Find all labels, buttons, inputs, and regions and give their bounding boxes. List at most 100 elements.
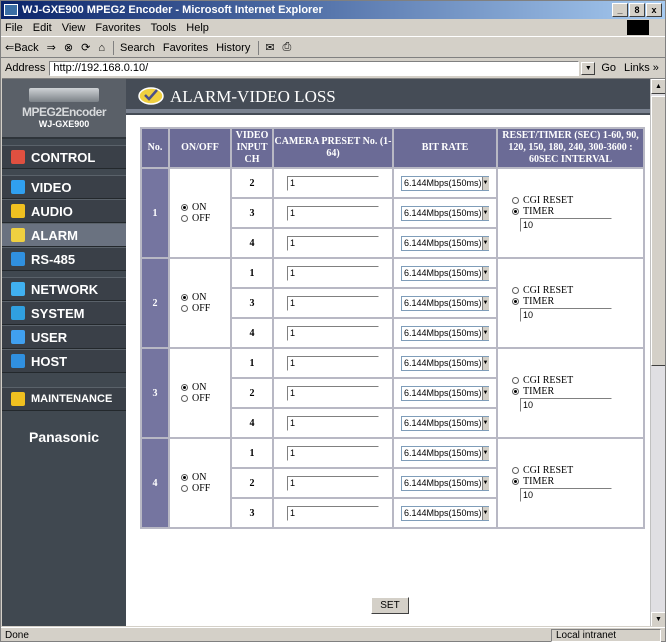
timer-input[interactable]: 10 xyxy=(520,487,612,502)
system-icon xyxy=(11,306,25,320)
menu-tools[interactable]: Tools xyxy=(151,22,177,34)
search-button[interactable]: Search xyxy=(120,42,155,54)
timer-input[interactable]: 10 xyxy=(520,217,612,232)
scroll-thumb[interactable] xyxy=(651,96,665,366)
timer-label: TIMER xyxy=(523,475,555,487)
off-radio[interactable]: OFF xyxy=(181,213,230,224)
cgi-reset-radio[interactable]: CGI RESET xyxy=(512,195,643,206)
camera-preset-input[interactable]: 1 xyxy=(287,505,379,521)
cgi-reset-radio[interactable]: CGI RESET xyxy=(512,285,643,296)
nav-maintenance[interactable]: MAINTENANCE xyxy=(2,387,126,411)
timer-radio[interactable]: TIMER xyxy=(512,476,643,487)
sidebar: MPEG2Encoder WJ-GXE900 CONTROL VIDEO AUD… xyxy=(2,79,126,626)
on-radio[interactable]: ON xyxy=(181,292,230,303)
cgi-reset-radio[interactable]: CGI RESET xyxy=(512,465,643,476)
dropdown-arrow-icon: ▼ xyxy=(481,296,489,310)
timer-radio[interactable]: TIMER xyxy=(512,386,643,397)
history-button[interactable]: History xyxy=(216,42,250,54)
links-button[interactable]: Links » xyxy=(624,62,659,74)
browser-window: WJ-GXE900 MPEG2 Encoder - Microsoft Inte… xyxy=(0,0,666,642)
on-radio[interactable]: ON xyxy=(181,382,230,393)
refresh-icon[interactable]: ⟳ xyxy=(81,41,90,54)
logo-line1: MPEG2Encoder xyxy=(21,104,107,119)
menu-favorites[interactable]: Favorites xyxy=(95,22,140,34)
bitrate-select[interactable]: 6.144Mbps(150ms) ▼ xyxy=(401,235,489,251)
alarm-icon xyxy=(11,228,25,242)
nav-audio[interactable]: AUDIO xyxy=(2,199,126,223)
on-radio[interactable]: ON xyxy=(181,202,230,213)
camera-preset-input[interactable]: 1 xyxy=(287,265,379,281)
menu-file[interactable]: File xyxy=(5,22,23,34)
bitrate-select[interactable]: 6.144Mbps(150ms) ▼ xyxy=(401,325,489,341)
camera-preset-input[interactable]: 1 xyxy=(287,475,379,491)
video-input-ch: 3 xyxy=(230,287,274,319)
nav-alarm[interactable]: ALARM xyxy=(2,223,126,247)
camera-preset-input[interactable]: 1 xyxy=(287,385,379,401)
logo-line2: WJ-GXE900 xyxy=(38,118,90,129)
menu-view[interactable]: View xyxy=(62,22,86,34)
rs485-icon xyxy=(11,252,25,266)
maximize-button[interactable]: 8 xyxy=(629,3,645,17)
camera-preset-input[interactable]: 1 xyxy=(287,355,379,371)
bitrate-select[interactable]: 6.144Mbps(150ms) ▼ xyxy=(401,295,489,311)
nav-control[interactable]: CONTROL xyxy=(2,145,126,169)
favorites-button[interactable]: Favorites xyxy=(163,42,208,54)
address-input[interactable]: http://192.168.0.10/ xyxy=(49,60,580,76)
cgi-reset-label: CGI RESET xyxy=(523,194,574,206)
address-dropdown-icon[interactable]: ▼ xyxy=(581,61,596,75)
bitrate-value: 6.144Mbps(150ms) xyxy=(404,238,482,248)
bitrate-select[interactable]: 6.144Mbps(150ms) ▼ xyxy=(401,175,489,191)
timer-radio[interactable]: TIMER xyxy=(512,296,643,307)
off-radio[interactable]: OFF xyxy=(181,393,230,404)
camera-preset-input[interactable]: 1 xyxy=(287,415,379,431)
camera-preset-input[interactable]: 1 xyxy=(287,235,379,251)
timer-input[interactable]: 10 xyxy=(520,307,612,322)
cgi-reset-radio[interactable]: CGI RESET xyxy=(512,375,643,386)
nav-user[interactable]: USER xyxy=(2,325,126,349)
go-button[interactable]: Go xyxy=(601,62,616,74)
nav-network[interactable]: NETWORK xyxy=(2,277,126,301)
minimize-button[interactable]: _ xyxy=(612,3,628,17)
nav-rs485[interactable]: RS-485 xyxy=(2,247,126,271)
camera-preset-input[interactable]: 1 xyxy=(287,205,379,221)
onoff-cell: ON OFF xyxy=(168,257,232,349)
col-bitrate: BIT RATE xyxy=(392,127,498,169)
bitrate-select[interactable]: 6.144Mbps(150ms) ▼ xyxy=(401,505,489,521)
set-button[interactable]: SET xyxy=(371,597,409,614)
bitrate-select[interactable]: 6.144Mbps(150ms) ▼ xyxy=(401,415,489,431)
camera-preset-input[interactable]: 1 xyxy=(287,295,379,311)
off-radio[interactable]: OFF xyxy=(181,483,230,494)
preset-cell: 1 xyxy=(272,467,394,499)
bitrate-select[interactable]: 6.144Mbps(150ms) ▼ xyxy=(401,355,489,371)
bitrate-select[interactable]: 6.144Mbps(150ms) ▼ xyxy=(401,445,489,461)
bitrate-select[interactable]: 6.144Mbps(150ms) ▼ xyxy=(401,265,489,281)
bitrate-select[interactable]: 6.144Mbps(150ms) ▼ xyxy=(401,205,489,221)
forward-button[interactable]: ⇒ xyxy=(47,41,56,54)
off-radio[interactable]: OFF xyxy=(181,303,230,314)
nav-system[interactable]: SYSTEM xyxy=(2,301,126,325)
back-button[interactable]: ⇐Back xyxy=(5,41,39,54)
scroll-up-icon[interactable]: ▲ xyxy=(651,79,665,94)
radio-selected-icon xyxy=(181,294,188,301)
menu-help[interactable]: Help xyxy=(186,22,209,34)
close-button[interactable]: x xyxy=(646,3,662,17)
bitrate-select[interactable]: 6.144Mbps(150ms) ▼ xyxy=(401,385,489,401)
print-icon[interactable]: ⎙ xyxy=(283,41,292,54)
scroll-down-icon[interactable]: ▼ xyxy=(651,612,665,626)
bitrate-cell: 6.144Mbps(150ms) ▼ xyxy=(392,347,498,379)
home-icon[interactable]: ⌂ xyxy=(98,42,105,54)
camera-preset-input[interactable]: 1 xyxy=(287,445,379,461)
nav-host[interactable]: HOST xyxy=(2,349,126,373)
menu-edit[interactable]: Edit xyxy=(33,22,52,34)
bitrate-select[interactable]: 6.144Mbps(150ms) ▼ xyxy=(401,475,489,491)
camera-preset-input[interactable]: 1 xyxy=(287,325,379,341)
camera-preset-input[interactable]: 1 xyxy=(287,175,379,191)
nav-video[interactable]: VIDEO xyxy=(2,175,126,199)
mail-icon[interactable]: ✉ xyxy=(265,41,274,54)
timer-input[interactable]: 10 xyxy=(520,397,612,412)
timer-radio[interactable]: TIMER xyxy=(512,206,643,217)
stop-icon[interactable]: ⊗ xyxy=(64,41,73,54)
on-radio[interactable]: ON xyxy=(181,472,230,483)
vertical-scrollbar[interactable]: ▲ ▼ xyxy=(650,79,665,626)
preset-cell: 1 xyxy=(272,347,394,379)
